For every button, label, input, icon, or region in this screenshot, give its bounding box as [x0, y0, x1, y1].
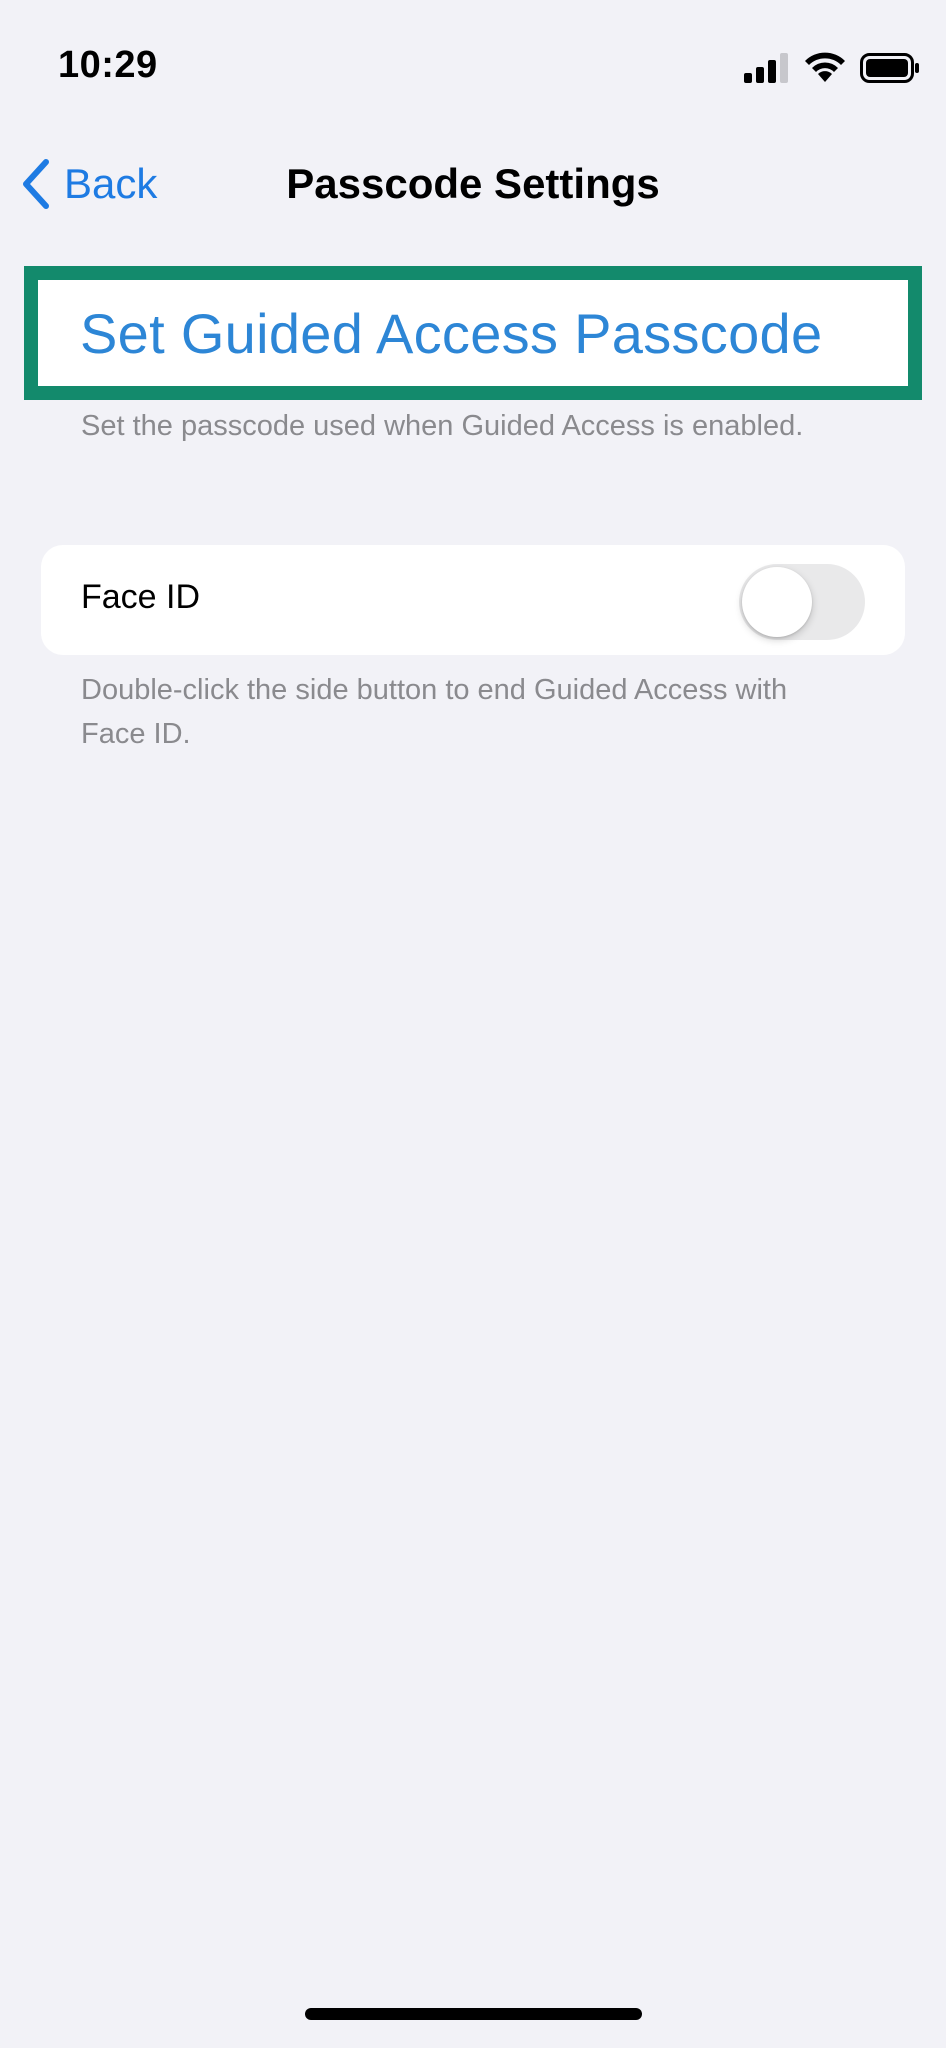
- face-id-footer-text: Double-click the side button to end Guid…: [81, 674, 788, 750]
- toggle-knob: [742, 567, 812, 637]
- status-bar: 10:29: [0, 0, 946, 130]
- set-passcode-label: Set Guided Access Passcode: [80, 301, 823, 365]
- passcode-footer-text: Set the passcode used when Guided Access…: [81, 410, 804, 442]
- status-icons: [744, 52, 920, 89]
- face-id-label: Face ID: [81, 578, 201, 616]
- wifi-icon: [804, 52, 846, 89]
- navigation-bar: Back Passcode Settings: [0, 140, 946, 230]
- cellular-signal-icon: [744, 53, 790, 88]
- set-guided-access-passcode-button[interactable]: Set Guided Access Passcode: [24, 266, 922, 400]
- status-time: 10:29: [58, 44, 158, 86]
- battery-icon: [860, 53, 920, 88]
- face-id-row: Face ID: [41, 545, 905, 655]
- page-title: Passcode Settings: [286, 160, 660, 207]
- home-indicator[interactable]: [305, 2008, 642, 2020]
- face-id-toggle[interactable]: [739, 564, 865, 640]
